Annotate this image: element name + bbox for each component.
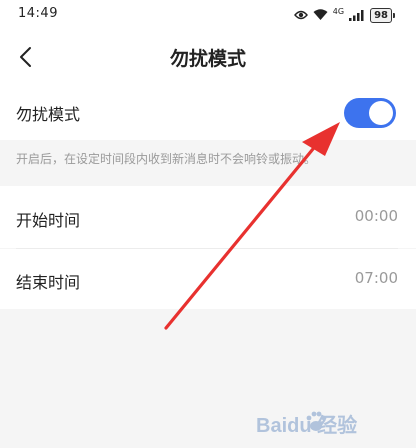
status-icons: 4G 98 bbox=[293, 5, 395, 25]
status-time: 14:49 bbox=[18, 6, 58, 21]
baidu-watermark: Baidu 经验 bbox=[256, 411, 357, 437]
status-bar: 14:49 4G 98 bbox=[0, 0, 416, 30]
eye-icon bbox=[293, 10, 308, 20]
wifi-icon bbox=[313, 9, 328, 20]
toggle-knob bbox=[369, 101, 393, 125]
dnd-label: 勿扰模式 bbox=[16, 105, 81, 124]
dnd-hint-text: 开启后，在设定时间段内收到新消息时不会响铃或振动。 bbox=[16, 152, 317, 166]
end-time-label: 结束时间 bbox=[16, 273, 81, 292]
page-title: 勿扰模式 bbox=[169, 48, 246, 70]
end-time-row[interactable]: 结束时间 07:00 bbox=[0, 249, 416, 309]
dnd-toggle-switch[interactable] bbox=[344, 98, 396, 128]
network-type-label: 4G bbox=[332, 7, 345, 16]
dnd-toggle-row[interactable]: 勿扰模式 bbox=[0, 84, 416, 140]
watermark-text: Baidu 经验 bbox=[256, 413, 357, 437]
start-time-label: 开始时间 bbox=[16, 211, 81, 230]
battery-icon: 98 bbox=[370, 7, 395, 23]
end-time-value: 07:00 bbox=[354, 269, 398, 287]
signal-icon bbox=[349, 10, 364, 21]
start-time-value: 00:00 bbox=[354, 207, 398, 225]
nav-bar: 勿扰模式 bbox=[0, 30, 416, 84]
start-time-row[interactable]: 开始时间 00:00 bbox=[0, 186, 416, 248]
